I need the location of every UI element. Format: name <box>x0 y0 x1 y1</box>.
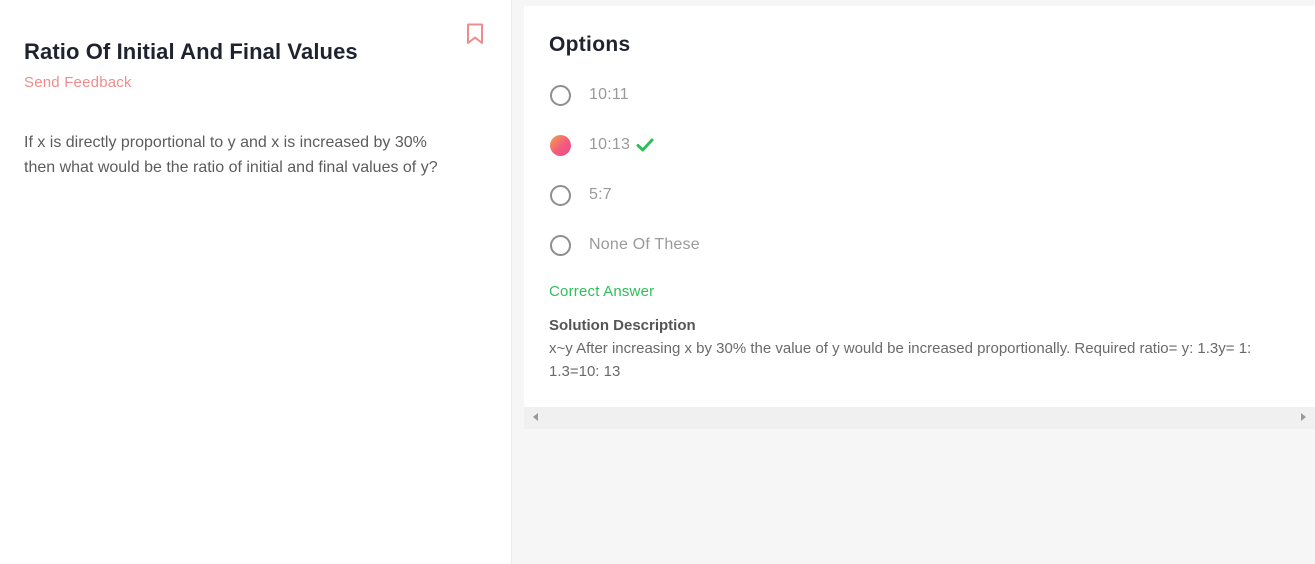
send-feedback-link[interactable]: Send Feedback <box>24 74 132 91</box>
radio-button[interactable] <box>550 234 571 256</box>
option-item[interactable]: 5:7 <box>550 183 612 207</box>
option-label: None Of These <box>589 236 700 253</box>
solution-heading: Solution Description <box>549 317 696 334</box>
option-item[interactable]: 10:11 <box>550 83 629 107</box>
correct-answer-label: Correct Answer <box>549 283 655 300</box>
scroll-left-arrow-icon[interactable] <box>533 413 538 421</box>
options-panel: Options 10:11 10:13 5:7 None Of These Co… <box>513 0 1315 564</box>
question-title: Ratio Of Initial And Final Values <box>24 39 358 64</box>
radio-button[interactable] <box>550 84 571 106</box>
option-item[interactable]: 10:13 <box>550 133 654 157</box>
option-label: 10:11 <box>589 86 629 103</box>
checkmark-icon <box>636 138 654 152</box>
radio-button-selected[interactable] <box>550 134 571 156</box>
options-heading: Options <box>549 33 631 56</box>
options-card: Options 10:11 10:13 5:7 None Of These Co… <box>524 6 1315 407</box>
radio-button[interactable] <box>550 184 571 206</box>
horizontal-scrollbar[interactable] <box>524 407 1315 429</box>
scroll-right-arrow-icon[interactable] <box>1301 413 1306 421</box>
question-text: If x is directly proportional to y and x… <box>24 134 438 176</box>
option-label: 10:13 <box>589 136 631 153</box>
solution-text: x~y After increasing x by 30% the value … <box>549 340 1252 380</box>
question-page: Ratio Of Initial And Final Values Send F… <box>0 0 1315 564</box>
option-label: 5:7 <box>589 186 612 203</box>
option-item[interactable]: None Of These <box>550 233 700 257</box>
bookmark-icon[interactable] <box>466 23 484 45</box>
question-panel: Ratio Of Initial And Final Values Send F… <box>0 0 512 564</box>
